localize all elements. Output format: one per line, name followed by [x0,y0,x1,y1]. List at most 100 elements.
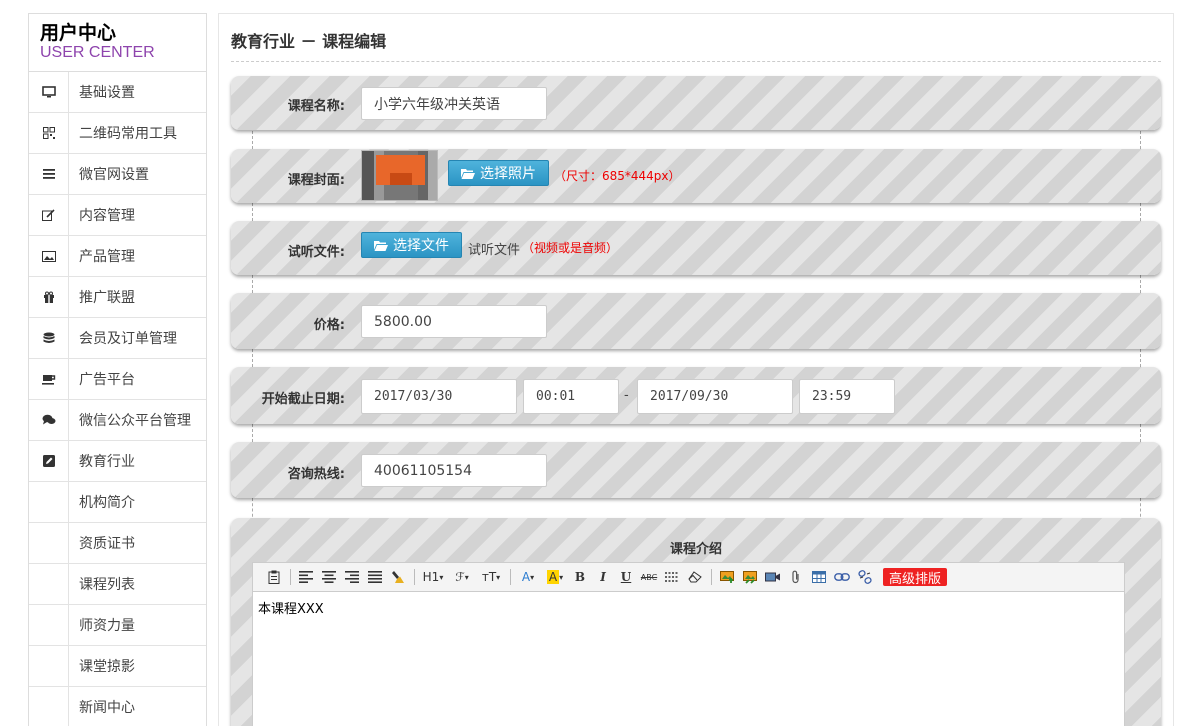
sidebar-item-promotion[interactable]: 推广联盟 [29,277,206,318]
sidebar-item-education[interactable]: 教育行业 [29,441,206,482]
sidebar-subitem-teachers[interactable]: 师资力量 [29,605,206,646]
qrcode-icon [42,127,55,139]
sidebar-item-ads[interactable]: 广告平台 [29,359,206,400]
trial-file-hint: （视频或是音频） [522,241,619,255]
paste-icon[interactable] [263,566,285,588]
insert-image-icon[interactable] [716,566,738,588]
eraser-icon[interactable] [684,566,706,588]
sidebar-item-content[interactable]: 内容管理 [29,195,206,236]
sidebar-item-label: 广告平台 [79,372,135,388]
sidebar-subitem-label: 新闻中心 [79,700,135,716]
list-icon [42,169,55,179]
select-file-button[interactable]: 选择文件 [361,232,462,258]
insert-table-icon[interactable] [808,566,830,588]
heading-dropdown[interactable]: H1 ▾ [419,566,447,588]
sidebar-item-label: 微官网设置 [79,167,149,183]
align-justify-icon[interactable] [364,566,386,588]
row-hotline: 咨询热线: 40061105154 [231,442,1161,498]
course-name-input[interactable]: 小学六年级冲关英语 [361,87,547,120]
sidebar-subitem-label: 课堂掠影 [79,659,135,675]
course-cover-label: 课程封面: [287,173,345,188]
price-input[interactable]: 5800.00 [361,305,547,338]
sidebar-item-basic-settings[interactable]: 基础设置 [29,72,206,113]
course-intro-editor[interactable]: 本课程XXX [252,592,1125,726]
horizontal-rule-icon[interactable] [661,566,683,588]
editor-toolbar: H1 ▾ ℱ ▾ тT ▾ A ▾ A ▾ B I U ABC 高级排版 [252,562,1125,592]
sidebar-item-products[interactable]: 产品管理 [29,236,206,277]
bold-button[interactable]: B [569,566,591,588]
start-time-input[interactable]: 00:01 [523,379,619,414]
picture-icon [41,250,56,262]
cover-thumbnail [361,150,438,201]
row-date-range: 开始截止日期: 2017/03/30 00:01 - 2017/09/30 23… [231,367,1161,424]
row-course-name: 课程名称: 小学六年级冲关英语 [231,76,1161,130]
italic-button[interactable]: I [592,566,614,588]
align-left-icon[interactable] [295,566,317,588]
end-time-input[interactable]: 23:59 [799,379,895,414]
price-label: 价格: [313,318,345,333]
sidebar-subitem-class-gallery[interactable]: 课堂掠影 [29,646,206,687]
brand-title: 用户中心 [40,22,117,44]
sidebar-subitem-label: 资质证书 [79,536,135,552]
sidebar-item-wechat-platform[interactable]: 微信公众平台管理 [29,400,206,441]
sidebar-item-label: 推广联盟 [79,290,135,306]
edit-icon [42,209,55,221]
hotline-input[interactable]: 40061105154 [361,454,547,487]
insert-images-icon[interactable] [739,566,761,588]
align-right-icon[interactable] [341,566,363,588]
page-title: 教育行业 － 课程编辑 [231,32,387,51]
sidebar-item-microsite-settings[interactable]: 微官网设置 [29,154,206,195]
coffee-icon [41,374,55,385]
toolbar-separator [290,569,291,585]
pencil-square-icon [42,455,55,467]
attachment-icon[interactable] [785,566,807,588]
sidebar-subitem-label: 机构简介 [79,495,135,511]
sidebar-subitem-label: 师资力量 [79,618,135,634]
font-size-label: тT [481,570,497,584]
underline-button[interactable]: U [615,566,637,588]
format-brush-icon[interactable] [387,566,409,588]
sidebar-item-members-orders[interactable]: 会员及订单管理 [29,318,206,359]
row-course-cover: 课程封面: 选择照片 （尺寸：685*444px） [231,149,1161,203]
unlink-icon[interactable] [854,566,876,588]
main-panel: 教育行业 － 课程编辑 课程名称: 小学六年级冲关英语 课程封面: 选择照片 （… [218,13,1174,726]
date-range-separator: - [624,388,629,403]
sidebar-subitem-certificates[interactable]: 资质证书 [29,523,206,564]
row-trial-file: 试听文件: 选择文件 试听文件 （视频或是音频） [231,221,1161,275]
row-price: 价格: 5800.00 [231,293,1161,349]
font-color-dropdown[interactable]: A ▾ [515,566,541,588]
start-date-input[interactable]: 2017/03/30 [361,379,517,414]
sidebar-subitem-label: 课程列表 [79,577,135,593]
sidebar-item-label: 会员及订单管理 [79,331,177,347]
monitor-icon [41,86,56,98]
font-color-label: A [521,570,531,584]
sidebar-subitem-course-list[interactable]: 课程列表 [29,564,206,605]
sidebar-item-label: 微信公众平台管理 [79,413,191,429]
sidebar-item-qrcode-tools[interactable]: 二维码常用工具 [29,113,206,154]
course-intro-title: 课程介绍 [669,542,722,557]
comments-icon [42,414,55,425]
advanced-layout-button[interactable]: 高级排版 [883,568,948,587]
font-size-dropdown[interactable]: тT ▾ [477,566,505,588]
insert-video-icon[interactable] [762,566,784,588]
sidebar-subitem-news[interactable]: 新闻中心 [29,687,206,726]
folder-open-icon [374,240,388,251]
strikethrough-button[interactable]: ABC [638,566,660,588]
sidebar: 用户中心 USER CENTER 基础设置 二维码常用工具 微官网设置 内容管理… [28,13,207,726]
background-color-dropdown[interactable]: A ▾ [542,566,568,588]
brand: 用户中心 USER CENTER [29,14,206,72]
align-center-icon[interactable] [318,566,340,588]
cover-size-hint: （尺寸：685*444px） [554,169,681,183]
sidebar-subitem-about[interactable]: 机构简介 [29,482,206,523]
row-course-intro: 课程介绍 H1 ▾ ℱ ▾ тT ▾ A ▾ A ▾ B I U ABC 高级排… [231,518,1161,726]
gift-icon [43,291,54,303]
end-date-input[interactable]: 2017/09/30 [637,379,793,414]
select-file-button-label: 选择文件 [393,238,449,254]
sidebar-item-label: 内容管理 [79,208,135,224]
toolbar-separator [414,569,415,585]
font-family-dropdown[interactable]: ℱ ▾ [448,566,476,588]
select-photo-button[interactable]: 选择照片 [448,160,549,186]
hotline-label: 咨询热线: [287,467,345,482]
brand-subtitle: USER CENTER [40,44,155,61]
link-icon[interactable] [831,566,853,588]
